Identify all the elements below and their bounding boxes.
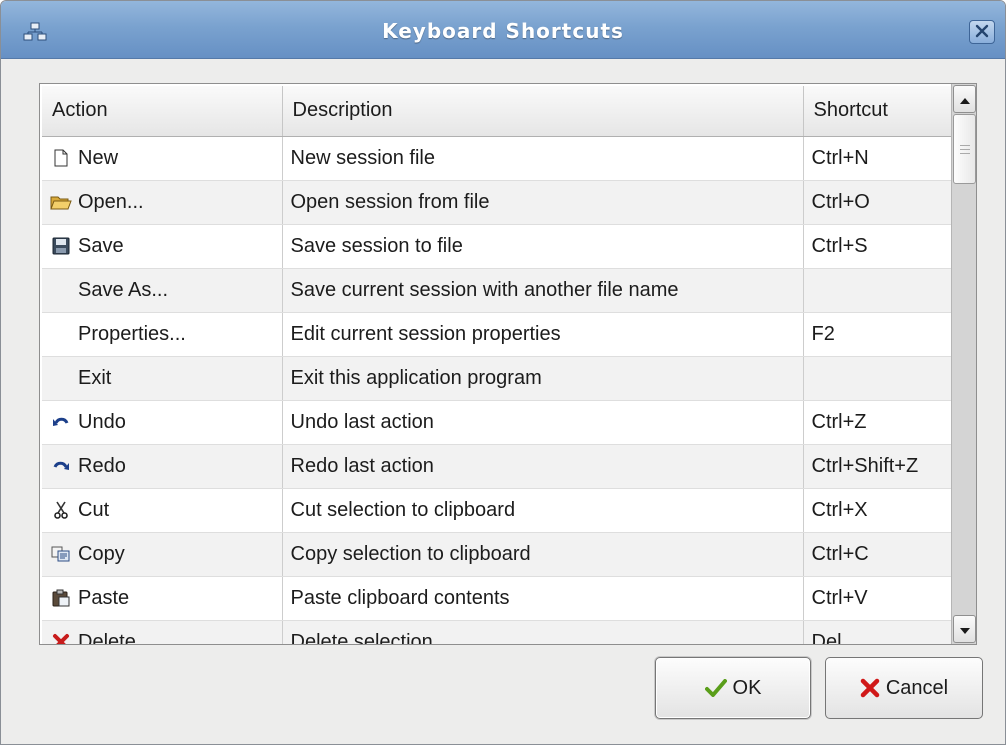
scissors-icon bbox=[50, 500, 72, 520]
table-row[interactable]: Save As... Save current session with ano… bbox=[42, 268, 953, 313]
description-cell: Paste clipboard contents bbox=[282, 576, 804, 621]
shortcut-cell[interactable]: Ctrl+C bbox=[803, 532, 953, 577]
column-header-shortcut[interactable]: Shortcut bbox=[803, 86, 953, 137]
shortcut-cell[interactable] bbox=[803, 356, 953, 401]
shortcut-cell[interactable]: Ctrl+V bbox=[803, 576, 953, 621]
table-row[interactable]: New New session file Ctrl+N bbox=[42, 136, 953, 181]
action-label: Copy bbox=[78, 542, 125, 565]
delete-icon bbox=[50, 632, 72, 644]
description-cell: Edit current session properties bbox=[282, 312, 804, 357]
description-cell: Copy selection to clipboard bbox=[282, 532, 804, 577]
table-row[interactable]: Redo Redo last action Ctrl+Shift+Z bbox=[42, 444, 953, 489]
description-cell: Save current session with another file n… bbox=[282, 268, 804, 313]
new-file-icon bbox=[50, 148, 72, 168]
description-cell: New session file bbox=[282, 136, 804, 181]
scroll-up-button[interactable] bbox=[953, 85, 976, 113]
ok-button-label: OK bbox=[732, 676, 762, 699]
table-row[interactable]: Delete Delete selection Del bbox=[42, 620, 953, 645]
shortcut-cell[interactable]: Ctrl+Z bbox=[803, 400, 953, 445]
undo-icon bbox=[50, 412, 72, 432]
table-row[interactable]: Open... Open session from file Ctrl+O bbox=[42, 180, 953, 225]
action-label: Save As... bbox=[78, 278, 169, 301]
column-header-description[interactable]: Description bbox=[282, 86, 804, 137]
action-label: Save bbox=[78, 234, 124, 257]
table-row[interactable]: Properties... Edit current session prope… bbox=[42, 312, 953, 357]
description-cell: Delete selection bbox=[282, 620, 804, 644]
table-row[interactable]: Paste Paste clipboard contents Ctrl+V bbox=[42, 576, 953, 621]
description-cell: Open session from file bbox=[282, 180, 804, 225]
ok-button[interactable]: OK bbox=[655, 657, 811, 719]
redo-icon bbox=[50, 456, 72, 476]
keyboard-shortcuts-dialog: Keyboard Shortcuts Action Description Sh… bbox=[0, 0, 1006, 745]
cancel-button-label: Cancel bbox=[885, 676, 949, 699]
shortcut-cell[interactable]: Ctrl+N bbox=[803, 136, 953, 181]
shortcut-cell[interactable]: Ctrl+X bbox=[803, 488, 953, 533]
table-header-row: Action Description Shortcut bbox=[42, 86, 953, 137]
arrow-down-icon bbox=[959, 620, 971, 639]
column-header-action[interactable]: Action bbox=[42, 86, 283, 137]
action-label: Paste bbox=[78, 586, 130, 609]
save-disk-icon bbox=[50, 236, 72, 256]
description-cell: Redo last action bbox=[282, 444, 804, 489]
description-cell: Cut selection to clipboard bbox=[282, 488, 804, 533]
shortcut-cell[interactable]: Ctrl+Shift+Z bbox=[803, 444, 953, 489]
scrollbar-thumb[interactable] bbox=[953, 114, 976, 184]
shortcut-cell[interactable]: Ctrl+S bbox=[803, 224, 953, 269]
shortcut-cell[interactable]: Ctrl+O bbox=[803, 180, 953, 225]
close-button[interactable] bbox=[969, 20, 995, 44]
copy-icon bbox=[50, 544, 72, 564]
open-folder-icon bbox=[50, 192, 72, 212]
description-cell: Undo last action bbox=[282, 400, 804, 445]
description-cell: Exit this application program bbox=[282, 356, 804, 401]
title-bar[interactable]: Keyboard Shortcuts bbox=[1, 1, 1005, 59]
action-label: Redo bbox=[78, 454, 126, 477]
shortcut-cell[interactable]: Del bbox=[803, 620, 953, 644]
action-label: Exit bbox=[78, 366, 112, 389]
action-label: Properties... bbox=[78, 322, 186, 345]
checkmark-icon bbox=[704, 679, 727, 697]
close-icon bbox=[975, 23, 989, 42]
description-cell: Save session to file bbox=[282, 224, 804, 269]
action-label: Delete bbox=[78, 630, 136, 645]
table-row[interactable]: Copy Copy selection to clipboard Ctrl+C bbox=[42, 532, 953, 577]
paste-icon bbox=[50, 588, 72, 608]
window-title: Keyboard Shortcuts bbox=[382, 19, 624, 43]
action-label: Cut bbox=[78, 498, 110, 521]
table-row[interactable]: Exit Exit this application program bbox=[42, 356, 953, 401]
cancel-x-icon bbox=[860, 678, 880, 698]
table-row[interactable]: Save Save session to file Ctrl+S bbox=[42, 224, 953, 269]
shortcuts-table-frame: Action Description Shortcut New New sess… bbox=[39, 83, 977, 645]
action-label: New bbox=[78, 146, 119, 169]
action-label: Open... bbox=[78, 190, 144, 213]
scroll-down-button[interactable] bbox=[953, 615, 976, 643]
arrow-up-icon bbox=[959, 90, 971, 109]
shortcuts-table: Action Description Shortcut New New sess… bbox=[42, 86, 953, 645]
cancel-button[interactable]: Cancel bbox=[825, 657, 983, 719]
table-row[interactable]: Cut Cut selection to clipboard Ctrl+X bbox=[42, 488, 953, 533]
vertical-scrollbar[interactable] bbox=[951, 84, 976, 644]
shortcut-cell[interactable] bbox=[803, 268, 953, 313]
action-label: Undo bbox=[78, 410, 126, 433]
table-row[interactable]: Undo Undo last action Ctrl+Z bbox=[42, 400, 953, 445]
shortcut-cell[interactable]: F2 bbox=[803, 312, 953, 357]
